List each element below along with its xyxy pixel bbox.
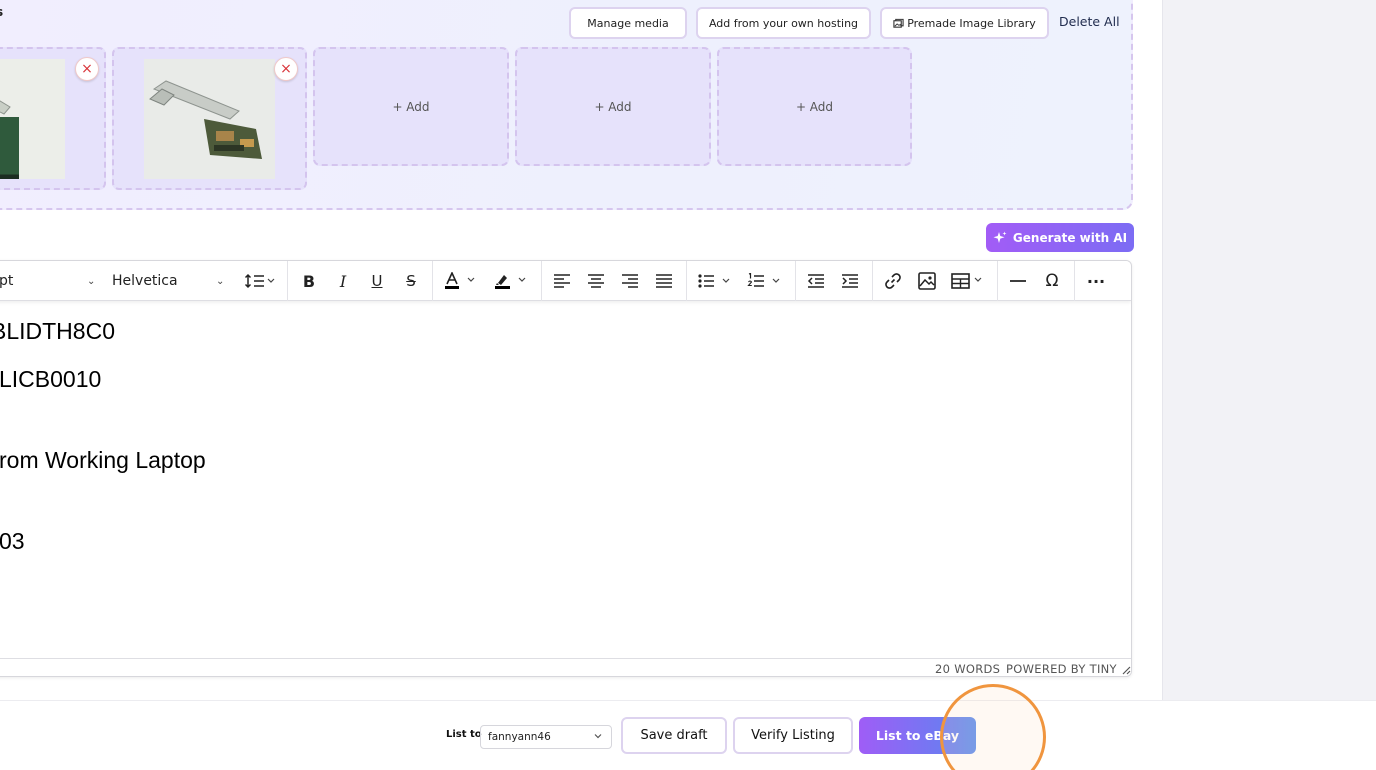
content-line-3: rom Working Laptop: [0, 447, 206, 473]
right-gutter: [1162, 0, 1376, 700]
table-icon: [951, 273, 982, 289]
main-panel: s Manage media Add from your own hosting…: [0, 0, 1162, 700]
chevron-down-icon: ⌄: [216, 275, 225, 287]
sparkle-icon: [993, 231, 1007, 243]
chevron-down-icon: [594, 734, 602, 739]
align-left-icon: [554, 274, 570, 288]
highlight-color-button[interactable]: [492, 267, 532, 295]
media-section-label: s: [0, 5, 3, 19]
content-line-4: 03: [0, 528, 25, 554]
media-slot-2: ×: [112, 47, 307, 190]
bottom-action-bar: List to fannyann46 Save draft Verify Lis…: [0, 700, 1376, 770]
horizontal-rule-button[interactable]: [1007, 267, 1029, 295]
generate-with-ai-label: Generate with AI: [1012, 230, 1128, 245]
add-media-slot-3[interactable]: + Add: [313, 47, 509, 166]
omega-icon: Ω: [1045, 271, 1059, 291]
description-editor: pt ⌄ Helvetica ⌄ B I U S Ω ··· BLIDTH8C0…: [0, 260, 1132, 677]
strikethrough-icon: S: [406, 272, 416, 290]
image-icon: [918, 272, 936, 290]
align-right-icon: [622, 274, 638, 288]
indent-button[interactable]: [839, 267, 861, 295]
premade-image-library-label: Premade Image Library: [907, 16, 1036, 30]
save-draft-button[interactable]: Save draft: [621, 717, 727, 754]
line-height-button[interactable]: [240, 267, 280, 295]
numbered-list-icon: [747, 273, 780, 287]
account-select-value: fannyann46: [488, 731, 551, 743]
italic-button[interactable]: I: [332, 267, 354, 295]
underline-icon: U: [371, 272, 383, 290]
insert-table-button[interactable]: [949, 267, 989, 295]
editor-statusbar: 20 WORDS POWERED BY TINY: [0, 658, 1131, 676]
premade-image-library-button[interactable]: Premade Image Library: [880, 7, 1049, 39]
chevron-down-icon: ⌄: [87, 275, 96, 287]
editor-toolbar: pt ⌄ Helvetica ⌄ B I U S Ω ···: [0, 261, 1131, 301]
bullet-list-icon: [698, 274, 730, 288]
content-line-2: LICB0010: [0, 366, 102, 392]
media-slot-1: ×: [0, 47, 106, 190]
editor-content-area[interactable]: BLIDTH8C0 LICB0010 rom Working Laptop 03: [0, 301, 1131, 659]
bullet-list-button[interactable]: [696, 267, 736, 295]
list-to-label: List to: [446, 729, 482, 740]
underline-button[interactable]: U: [366, 267, 388, 295]
align-right-button[interactable]: [619, 267, 641, 295]
outdent-icon: [807, 274, 824, 288]
more-options-button[interactable]: ···: [1084, 267, 1108, 295]
account-select[interactable]: fannyann46: [480, 725, 612, 749]
generate-with-ai-button[interactable]: Generate with AI: [986, 223, 1134, 252]
font-size-value: pt: [0, 273, 14, 289]
bold-icon: B: [302, 271, 316, 291]
highlighter-icon: [495, 275, 526, 289]
content-line-1: BLIDTH8C0: [0, 318, 115, 344]
bold-button[interactable]: B: [298, 267, 320, 295]
delete-all-link[interactable]: Delete All: [1059, 14, 1120, 29]
align-center-button[interactable]: [585, 267, 607, 295]
align-justify-icon: [656, 274, 672, 288]
product-image-2[interactable]: [144, 59, 275, 179]
insert-link-button[interactable]: [882, 267, 904, 295]
verify-listing-button[interactable]: Verify Listing: [733, 717, 853, 754]
remove-image-1-button[interactable]: ×: [75, 57, 99, 81]
link-icon: [885, 273, 901, 289]
outdent-button[interactable]: [805, 267, 827, 295]
manage-media-button[interactable]: Manage media: [569, 7, 687, 39]
ellipsis-icon: ···: [1086, 271, 1106, 291]
italic-icon: I: [339, 271, 347, 291]
font-size-select[interactable]: pt ⌄: [0, 261, 99, 301]
strikethrough-button[interactable]: S: [400, 267, 422, 295]
special-character-button[interactable]: Ω: [1041, 267, 1063, 295]
font-family-select[interactable]: Helvetica ⌄: [112, 261, 232, 301]
insert-image-button[interactable]: [916, 267, 938, 295]
list-to-ebay-button[interactable]: List to eBay: [859, 717, 976, 754]
add-from-hosting-button[interactable]: Add from your own hosting: [696, 7, 871, 39]
line-height-icon: [244, 273, 275, 289]
remove-image-2-button[interactable]: ×: [274, 57, 298, 81]
word-count: 20 WORDS: [935, 662, 1001, 676]
font-family-value: Helvetica: [112, 273, 178, 289]
product-image-1[interactable]: [0, 59, 65, 179]
image-library-icon: [893, 18, 904, 28]
numbered-list-button[interactable]: [746, 267, 786, 295]
add-media-slot-5[interactable]: + Add: [717, 47, 912, 166]
align-left-button[interactable]: [551, 267, 573, 295]
text-color-button[interactable]: [442, 267, 482, 295]
text-color-icon: [445, 272, 475, 289]
align-justify-button[interactable]: [653, 267, 675, 295]
align-center-icon: [588, 274, 604, 288]
indent-icon: [842, 274, 858, 288]
add-media-slot-4[interactable]: + Add: [515, 47, 711, 166]
powered-by-tiny-link[interactable]: POWERED BY TINY: [1006, 662, 1117, 676]
horizontal-line-icon: [1010, 280, 1026, 282]
resize-handle-icon[interactable]: [1121, 665, 1131, 675]
